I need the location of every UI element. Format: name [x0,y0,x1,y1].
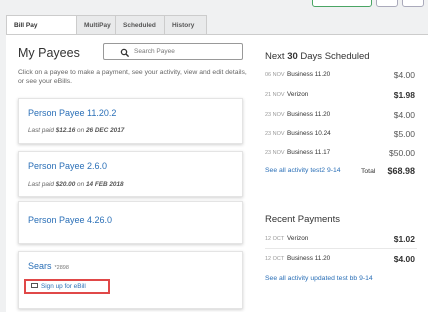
top-strip [0,0,428,12]
tab-bar: Bill Pay Dashboard MultiPay Scheduled Hi… [6,15,207,49]
my-payees-title: My Payees [18,46,80,60]
payment-payee: Business 11.17 [287,149,331,156]
last-paid-amount: $20.00 [55,181,76,188]
payee-card[interactable]: Person Payee 11.20.2 Last paid $12.16 on… [18,98,243,144]
account-number: *2898 [54,265,69,271]
payment-amount: $1.98 [393,90,415,100]
payees-intro-text: Click on a payee to make a payment, see … [18,69,247,85]
payee-name[interactable]: Person Payee 11.20.2 [28,108,116,118]
tab-scheduled[interactable]: Scheduled [115,15,165,35]
last-paid-text: Last paid $20.00 on 14 FEB 2018 [28,181,124,188]
payment-date: 23 NOV [265,131,285,137]
payment-date: 23 NOV [265,150,285,156]
payment-amount: $4.00 [393,110,415,120]
payee-search [103,43,243,60]
payee-name[interactable]: Person Payee 4.26.0 [28,215,112,225]
payee-card-sears[interactable]: Sears *2898 Sign up for eBill [18,251,243,309]
payment-payee: Business 11.20 [287,71,331,78]
scheduled-title-days: 30 [287,51,298,62]
envelope-icon [31,282,38,288]
scheduled-row[interactable]: 21 NOV Verizon $1.98 [265,90,415,100]
scheduled-title-suffix: Days Scheduled [300,51,370,62]
last-paid-amount: $12.16 [55,127,76,134]
payment-amount: $50.00 [389,148,415,158]
header-secondary-button[interactable] [376,0,398,7]
payment-amount: $1.02 [393,234,415,244]
recent-payment-row[interactable]: 12 OCT Business 11.20 $4.00 [265,254,415,264]
payee-name[interactable]: Person Payee 2.6.0 [28,161,107,171]
last-paid-on: on [77,181,85,188]
payment-payee: Business 11.20 [287,255,331,262]
last-paid-date: 14 FEB 2018 [85,181,124,188]
scheduled-title: Next 30 Days Scheduled [265,51,370,62]
payment-date: 06 NOV [265,72,285,78]
see-all-scheduled-link[interactable]: See all activity test2 9-14 [265,167,347,176]
payee-card[interactable]: Person Payee 2.6.0 Last paid $20.00 on 1… [18,151,243,197]
payee-name[interactable]: Sears *2898 [28,261,69,271]
see-all-recent-link[interactable]: See all activity updated test bb 9-14 [265,275,415,284]
payment-date: 21 NOV [265,92,285,98]
scheduled-title-prefix: Next [265,51,285,62]
last-paid-prefix: Last paid [28,181,54,188]
payment-date: 23 NOV [265,112,285,118]
payment-amount: $5.00 [393,129,415,139]
search-payee-input[interactable] [134,46,239,57]
header-primary-button[interactable] [312,0,372,7]
payment-payee: Business 11.20 [287,111,331,118]
tab-history[interactable]: History [164,15,207,35]
scheduled-row[interactable]: 23 NOV Business 11.17 $50.00 [265,148,415,158]
scheduled-row[interactable]: 06 NOV Business 11.20 $4.00 [265,70,415,80]
divider [265,248,417,249]
total-label: Total [361,168,376,175]
recent-payment-row[interactable]: 12 OCT Verizon $1.02 [265,234,415,244]
header-tertiary-button[interactable] [402,0,424,7]
scheduled-row[interactable]: 23 NOV Business 10.24 $5.00 [265,129,415,139]
recent-payments-title: Recent Payments [265,214,340,225]
payment-date: 12 OCT [265,256,285,262]
tab-bill-pay-dashboard[interactable]: Bill Pay Dashboard [6,15,77,49]
payee-card[interactable]: Person Payee 4.26.0 [18,201,243,244]
sign-up-ebill-link[interactable]: Sign up for eBill [24,279,110,294]
payment-payee: Verizon [287,91,309,98]
payment-payee: Business 10.24 [287,130,331,137]
payment-amount: $4.00 [393,254,415,264]
last-paid-prefix: Last paid [28,127,54,134]
last-paid-date: 26 DEC 2017 [85,127,125,134]
payment-amount: $4.00 [393,70,415,80]
last-paid-text: Last paid $12.16 on 26 DEC 2017 [28,127,124,134]
tab-multipay[interactable]: MultiPay [76,15,116,35]
payee-name-text: Sears [28,261,52,271]
total-amount: $68.98 [387,166,415,176]
payment-payee: Verizon [287,235,309,242]
scheduled-row[interactable]: 23 NOV Business 11.20 $4.00 [265,110,415,120]
payment-date: 12 OCT [265,236,285,242]
ebill-label: Sign up for eBill [41,283,86,290]
last-paid-on: on [77,127,85,134]
search-icon [120,48,130,58]
